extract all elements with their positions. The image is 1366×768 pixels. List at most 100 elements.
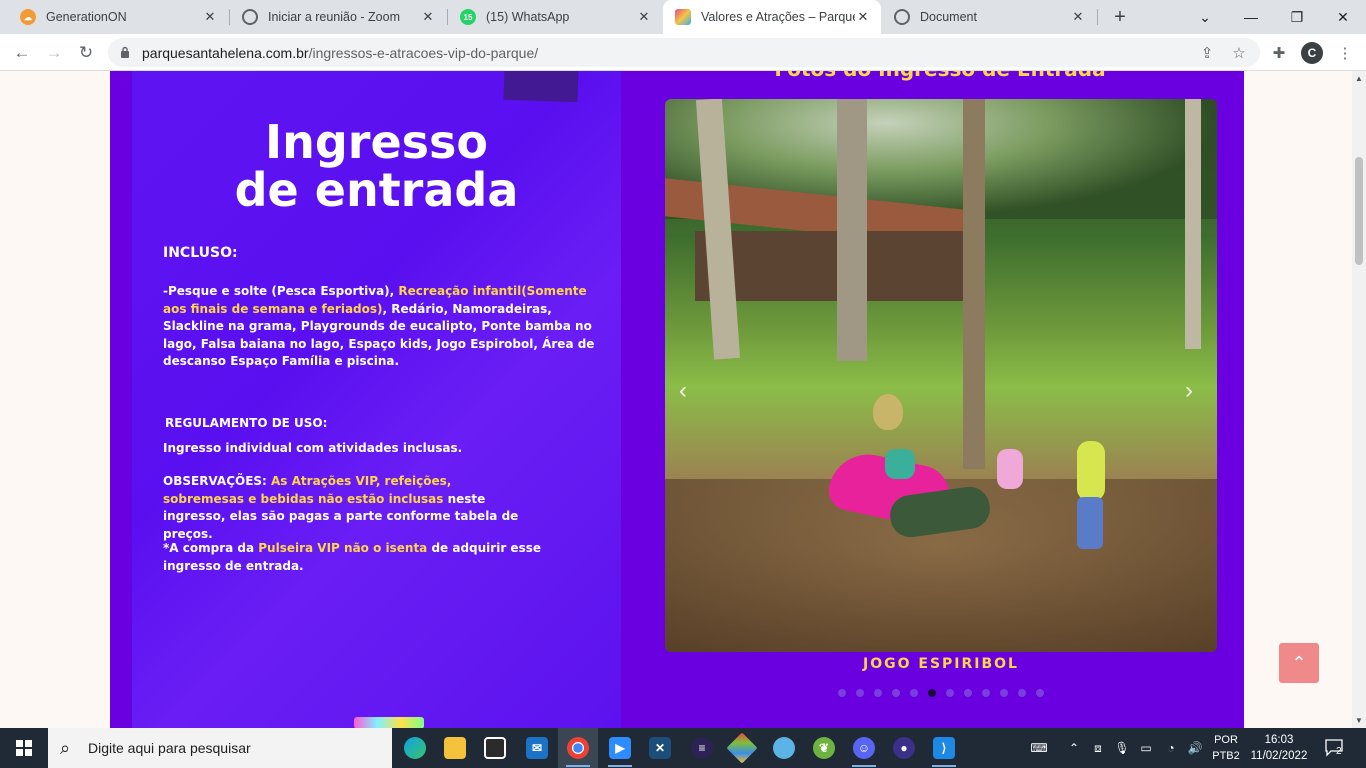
tray-expand-icon[interactable]: ⌃ <box>1064 728 1084 768</box>
tab-document[interactable]: Document ✕ <box>882 0 1096 34</box>
page-viewport: Ingresso de entrada INCLUSO: -Pesque e s… <box>0 71 1352 728</box>
tab-title: Valores e Atrações – Parque S <box>701 10 855 24</box>
carousel-dot[interactable] <box>982 689 990 697</box>
carousel-dot[interactable] <box>946 689 954 697</box>
included-text: -Pesque e solte (Pesca Esportiva), Recre… <box>163 283 603 371</box>
store-icon[interactable] <box>475 728 515 768</box>
paint-icon[interactable] <box>764 728 804 768</box>
clock-date: 11/02/2022 <box>1250 750 1308 762</box>
chevron-up-icon: ⌃ <box>1291 652 1307 673</box>
obs-icon[interactable]: ● <box>884 728 924 768</box>
scroll-down-arrow-icon[interactable]: ▼ <box>1355 716 1363 725</box>
tab-whatsapp[interactable]: 15 (15) WhatsApp ✕ <box>448 0 662 34</box>
ticket-title-line1: Ingresso <box>264 115 489 169</box>
reload-icon[interactable]: ↻ <box>72 39 100 67</box>
keyboard-icon[interactable]: ⌨ <box>1026 728 1052 768</box>
zoom-icon[interactable]: ▶ <box>600 728 640 768</box>
carousel-next-chevron-icon[interactable]: › <box>1185 377 1193 405</box>
note-highlight: Pulseira VIP <box>258 541 340 555</box>
included-part: (Pesca Esportiva) <box>271 284 390 298</box>
tab-title: Document <box>920 10 977 24</box>
close-icon[interactable]: ✕ <box>855 9 871 25</box>
cloud-icon: ☁ <box>20 9 36 25</box>
microphone-icon[interactable]: 🎙 <box>1112 728 1132 768</box>
spring-icon[interactable]: ❦ <box>804 728 844 768</box>
close-icon[interactable]: ✕ <box>636 9 652 25</box>
carousel-dot[interactable] <box>892 689 900 697</box>
url-path: /ingressos-e-atracoes-vip-do-parque/ <box>308 45 539 61</box>
vscode-icon[interactable]: ⟩ <box>924 728 964 768</box>
share-icon[interactable]: ⇪ <box>1196 42 1218 64</box>
file-explorer-icon[interactable] <box>435 728 475 768</box>
scroll-up-arrow-icon[interactable]: ▲ <box>1355 74 1363 83</box>
note-part: *A compra da <box>163 541 259 555</box>
close-icon[interactable]: ✕ <box>1070 9 1086 25</box>
edge-icon[interactable] <box>395 728 435 768</box>
notification-center-icon[interactable]: 2 <box>1324 737 1346 759</box>
git-icon[interactable] <box>722 728 762 768</box>
page-scrollbar[interactable]: ▲ ▼ <box>1352 71 1366 728</box>
carousel-dot[interactable] <box>838 689 846 697</box>
photo-tree <box>1185 99 1201 349</box>
visual-studio-icon[interactable]: ✕ <box>640 728 680 768</box>
carousel-dot[interactable] <box>856 689 864 697</box>
carousel-dot[interactable] <box>1018 689 1026 697</box>
back-arrow-icon[interactable]: ← <box>8 39 36 67</box>
tab-search-icon[interactable]: ⌄ <box>1182 0 1228 34</box>
scrollbar-thumb[interactable] <box>1355 157 1363 265</box>
eclipse-icon[interactable]: ≡ <box>682 728 722 768</box>
start-button[interactable] <box>0 728 48 768</box>
bookmark-star-icon[interactable]: ☆ <box>1228 42 1250 64</box>
search-placeholder: Digite aqui para pesquisar <box>88 740 251 756</box>
carousel-photo[interactable]: ‹ › <box>665 99 1217 652</box>
tab-zoom[interactable]: Iniciar a reunião - Zoom ✕ <box>230 0 446 34</box>
url-host: parquesantahelena.com.br <box>142 45 309 61</box>
language-line2: PTB2 <box>1212 750 1240 762</box>
close-window-icon[interactable]: ✕ <box>1320 0 1366 34</box>
carousel-dot[interactable] <box>964 689 972 697</box>
park-logo <box>354 717 424 728</box>
ticket-section: Ingresso de entrada INCLUSO: -Pesque e s… <box>110 71 1244 728</box>
tab-generation[interactable]: ☁ GenerationON ✕ <box>8 0 228 34</box>
back-to-top-button[interactable]: ⌃ <box>1279 643 1319 683</box>
tab-strip: ☁ GenerationON ✕ Iniciar a reunião - Zoo… <box>0 0 1366 34</box>
tab-title: Iniciar a reunião - Zoom <box>268 10 401 24</box>
taskbar-search[interactable]: ⌕ Digite aqui para pesquisar <box>48 728 392 768</box>
extensions-puzzle-icon[interactable]: ✚ <box>1268 42 1290 64</box>
wifi-icon[interactable]: ◔ <box>1160 728 1182 768</box>
minimize-icon[interactable]: — <box>1228 0 1274 34</box>
photo-child <box>1077 441 1105 501</box>
tape-decoration <box>503 71 579 103</box>
tab-parque-active[interactable]: Valores e Atrações – Parque S ✕ <box>663 0 881 34</box>
profile-avatar[interactable]: C <box>1301 42 1323 64</box>
language-indicator[interactable]: POR PTB2 <box>1210 732 1242 764</box>
included-highlight: Recreação infantil <box>398 284 522 298</box>
carousel-dot[interactable] <box>1036 689 1044 697</box>
browser-toolbar: ← → ↻ parquesantahelena.com.br/ingressos… <box>0 34 1366 71</box>
volume-icon[interactable]: 🔊 <box>1184 728 1206 768</box>
globe-icon <box>242 9 258 25</box>
carousel-dot[interactable] <box>928 689 936 697</box>
new-tab-button[interactable]: + <box>1108 5 1132 29</box>
forward-arrow-icon[interactable]: → <box>40 39 68 67</box>
network-adapter-icon[interactable]: ⧈ <box>1088 728 1108 768</box>
chrome-icon[interactable] <box>558 728 598 768</box>
carousel-dot[interactable] <box>874 689 882 697</box>
close-icon[interactable]: ✕ <box>420 9 436 25</box>
carousel-dot[interactable] <box>1000 689 1008 697</box>
carousel-prev-chevron-icon[interactable]: ‹ <box>679 377 687 405</box>
close-icon[interactable]: ✕ <box>202 9 218 25</box>
mail-icon[interactable]: ✉ <box>517 728 557 768</box>
address-bar[interactable]: parquesantahelena.com.br/ingressos-e-atr… <box>108 38 1260 67</box>
included-part: Espaço Família <box>230 354 331 368</box>
included-heading: INCLUSO: <box>163 245 238 261</box>
menu-dots-icon[interactable]: ⋮ <box>1334 42 1356 64</box>
notification-count: 2 <box>1336 746 1342 757</box>
discord-icon[interactable]: ☺ <box>844 728 884 768</box>
taskbar-clock[interactable]: 16:03 11/02/2022 <box>1246 732 1312 764</box>
restore-icon[interactable]: ❐ <box>1274 0 1320 34</box>
photo-child <box>997 449 1023 489</box>
battery-icon[interactable]: ▭ <box>1136 728 1156 768</box>
carousel-dot[interactable] <box>910 689 918 697</box>
url-text: parquesantahelena.com.br/ingressos-e-atr… <box>142 45 538 61</box>
